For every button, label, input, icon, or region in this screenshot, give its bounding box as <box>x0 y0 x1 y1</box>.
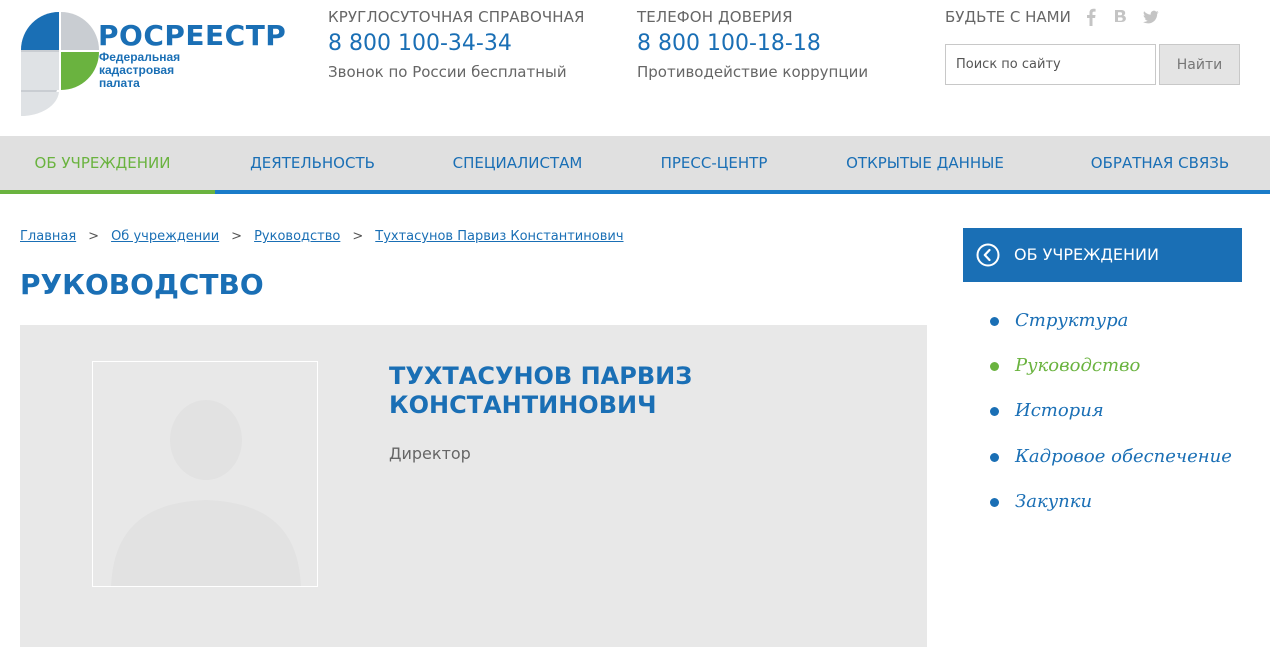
nav-item-feedback[interactable]: ОБРАТНАЯ СВЯЗЬ <box>1070 136 1250 190</box>
person-silhouette-icon <box>111 400 301 586</box>
main-navigation: ОБ УЧРЕЖДЕНИИ ДЕЯТЕЛЬНОСТЬ СПЕЦИАЛИСТАМ … <box>0 136 1270 194</box>
hotline-note: Звонок по России бесплатный <box>328 63 567 81</box>
sidebar-heading-label: ОБ УЧРЕЖДЕНИИ <box>1014 245 1159 264</box>
page-title: РУКОВОДСТВО <box>20 268 264 301</box>
hotline-phone[interactable]: 8 800 100-34-34 <box>328 31 585 56</box>
sidebar-item-management[interactable]: Руководство <box>988 351 1232 396</box>
breadcrumb-about[interactable]: Об учреждении <box>111 229 219 244</box>
trust-line-caption: ТЕЛЕФОН ДОВЕРИЯ <box>637 8 793 26</box>
nav-item-activity[interactable]: ДЕЯТЕЛЬНОСТЬ <box>225 136 400 190</box>
nav-item-press[interactable]: ПРЕСС-ЦЕНТР <box>630 136 798 190</box>
breadcrumb-separator: > <box>88 229 100 244</box>
breadcrumb-separator: > <box>352 229 364 244</box>
nav-item-about[interactable]: ОБ УЧРЕЖДЕНИИ <box>0 136 205 190</box>
person-name: ТУХТАСУНОВ ПАРВИЗ КОНСТАНТИНОВИЧ <box>389 362 693 419</box>
hotline-block: КРУГЛОСУТОЧНАЯ СПРАВОЧНАЯ 8 800 100-34-3… <box>328 8 585 81</box>
rosreestr-emblem-icon <box>21 12 99 117</box>
breadcrumb-current[interactable]: Тухтасунов Парвиз Константинович <box>375 229 623 244</box>
social-caption: БУДЬТЕ С НАМИ <box>945 8 1071 26</box>
sidebar-item-history[interactable]: История <box>988 396 1232 441</box>
person-photo <box>92 361 318 587</box>
sidebar-item-procurement[interactable]: Закупки <box>988 487 1232 532</box>
logo-title: РОСРЕЕСТР <box>98 19 287 52</box>
nav-item-open-data[interactable]: ОТКРЫТЫЕ ДАННЫЕ <box>830 136 1020 190</box>
search-button[interactable]: Найти <box>1159 44 1240 85</box>
bullet-icon <box>990 452 999 462</box>
breadcrumb-management[interactable]: Руководство <box>254 229 340 244</box>
trust-line-phone[interactable]: 8 800 100-18-18 <box>637 31 868 56</box>
nav-item-specialists[interactable]: СПЕЦИАЛИСТАМ <box>430 136 605 190</box>
social-links: БУДЬТЕ С НАМИ <box>945 8 1173 26</box>
sidebar-menu: Структура Руководство История Кадровое о… <box>988 306 1232 532</box>
sidebar-item-structure[interactable]: Структура <box>988 306 1232 351</box>
trust-line-note: Противодействие коррупции <box>637 63 869 81</box>
breadcrumb: Главная > Об учреждении > Руководство > Тухтас… <box>20 229 624 244</box>
breadcrumb-separator: > <box>231 229 243 244</box>
bullet-icon <box>990 407 999 417</box>
logo-subtitle: Федеральная кадастровая палата <box>99 50 181 90</box>
bullet-icon <box>990 362 999 372</box>
search-input[interactable] <box>945 44 1156 85</box>
bullet-icon <box>990 317 999 326</box>
chevron-left-circle-icon[interactable] <box>976 243 1000 267</box>
breadcrumb-home[interactable]: Главная <box>20 229 76 244</box>
sidebar-item-staffing[interactable]: Кадровое обеспечение <box>988 442 1232 487</box>
site-logo[interactable]: РОСРЕЕСТР Федеральная кадастровая палата <box>20 10 290 118</box>
person-card: ТУХТАСУНОВ ПАРВИЗ КОНСТАНТИНОВИЧ Директо… <box>20 325 927 647</box>
trust-line-block: ТЕЛЕФОН ДОВЕРИЯ 8 800 100-18-18 Противод… <box>637 8 868 81</box>
sidebar-heading[interactable]: ОБ УЧРЕЖДЕНИИ <box>963 228 1242 282</box>
vk-icon[interactable] <box>1113 8 1129 26</box>
bullet-icon <box>990 497 999 507</box>
nav-active-underline <box>0 190 215 194</box>
twitter-icon[interactable] <box>1142 8 1159 26</box>
hotline-caption: КРУГЛОСУТОЧНАЯ СПРАВОЧНАЯ <box>328 8 585 26</box>
facebook-icon[interactable] <box>1083 8 1099 26</box>
person-position: Директор <box>389 444 471 463</box>
